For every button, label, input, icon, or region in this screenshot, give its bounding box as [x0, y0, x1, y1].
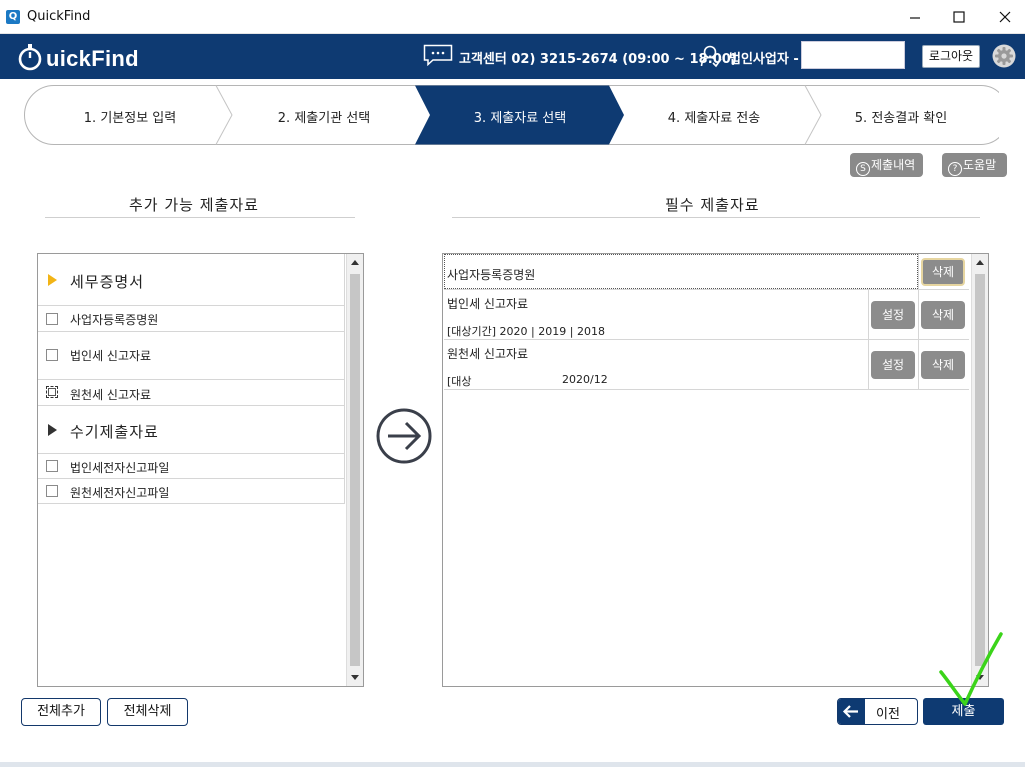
item-label: 원천세전자신고파일 [70, 486, 170, 500]
minimize-button[interactable] [904, 6, 926, 28]
scroll-down-icon[interactable] [347, 669, 363, 685]
step-5: 5. 전송결과 확인 [854, 111, 948, 126]
left-title-divider [45, 217, 355, 218]
delete-button[interactable]: 삭제 [921, 258, 965, 286]
step-2: 2. 제출기관 선택 [277, 111, 371, 126]
list-item[interactable]: 원천세 신고자료 [38, 380, 344, 406]
close-button[interactable] [994, 6, 1016, 28]
logo-text: uickFind [46, 46, 139, 71]
category-label: 세무증명서 [70, 273, 145, 291]
help-button[interactable]: ? 도움말 [942, 153, 1007, 177]
quickfind-window: Q QuickFind uickFind 고객센터 02) 3215-2674 … [0, 0, 1025, 767]
scroll-down-icon[interactable] [972, 669, 988, 685]
user-icon [700, 45, 722, 68]
category-tax-certificates[interactable]: 세무증명서 [38, 254, 344, 306]
cell-divider [868, 340, 869, 390]
user-type-label: 법인사업자 - [729, 52, 799, 67]
previous-label: 이전 [876, 707, 900, 722]
right-scrollbar[interactable] [971, 254, 988, 686]
chat-icon [423, 44, 453, 66]
required-docs-title: 필수 제출자료 [665, 196, 760, 214]
available-docs-list: 세무증명서 사업자등록증명원 법인세 신고자료 원천세 신고자료 수기제출자료 … [37, 253, 364, 687]
target-period-value: 2020/12 [562, 373, 608, 386]
logout-button[interactable]: 로그아웃 [922, 45, 980, 68]
required-doc-row[interactable]: 원천세 신고자료 [대상 2020/12 설정 삭제 [444, 340, 969, 390]
bottom-edge [0, 762, 1025, 767]
item-checkbox[interactable] [46, 460, 58, 472]
cell-divider [918, 290, 919, 340]
window-title: QuickFind [27, 9, 91, 24]
stopwatch-logo-icon [18, 44, 42, 71]
item-checkbox-focused[interactable] [46, 386, 58, 398]
required-doc-row[interactable]: 사업자등록증명원 삭제 [444, 254, 969, 290]
item-checkbox[interactable] [46, 349, 58, 361]
setting-button[interactable]: 설정 [871, 351, 915, 379]
right-title-divider [452, 217, 980, 218]
doc-name: 사업자등록증명원 [447, 268, 536, 282]
list-item[interactable]: 원천세전자신고파일 [38, 479, 344, 504]
cell-divider [918, 254, 919, 290]
move-right-arrow-icon[interactable] [375, 407, 433, 465]
step-3-active: 3. 제출자료 선택 [473, 111, 567, 126]
app-header: uickFind 고객센터 02) 3215-2674 (09:00 ~ 18:… [0, 34, 1025, 79]
doc-name: 법인세 신고자료 [447, 297, 529, 311]
arrow-left-box [838, 699, 865, 724]
step-progress: 1. 기본정보 입력 2. 제출기관 선택 3. 제출자료 선택 4. 제출자료… [24, 85, 999, 145]
item-label: 법인세전자신고파일 [70, 461, 170, 475]
target-period: [대상기간] 2020 | 2019 | 2018 [447, 325, 605, 338]
list-item[interactable]: 법인세전자신고파일 [38, 454, 344, 479]
app-icon: Q [6, 10, 20, 24]
scroll-thumb[interactable] [975, 274, 985, 666]
user-name-field [801, 41, 905, 69]
maximize-icon [953, 11, 965, 23]
add-all-button[interactable]: 전체추가 [21, 698, 101, 726]
category-arrow-icon [48, 424, 57, 436]
scroll-thumb[interactable] [350, 274, 360, 666]
delete-button[interactable]: 삭제 [921, 301, 965, 329]
previous-button[interactable]: 이전 [837, 698, 918, 725]
category-expanded-arrow-icon [48, 274, 57, 286]
step-1: 1. 기본정보 입력 [83, 111, 177, 126]
left-scrollbar[interactable] [346, 254, 363, 686]
maximize-button[interactable] [948, 6, 970, 28]
customer-center-info: 고객센터 02) 3215-2674 (09:00 ~ 18:00) [459, 52, 737, 67]
required-docs-list: 사업자등록증명원 삭제 법인세 신고자료 [대상기간] 2020 | 2019 … [442, 253, 989, 687]
doc-name: 원천세 신고자료 [447, 347, 529, 361]
item-label: 원천세 신고자료 [70, 388, 152, 402]
submit-button[interactable]: 제출 [923, 698, 1004, 725]
available-docs-title: 추가 가능 제출자료 [129, 196, 259, 214]
target-period-prefix: [대상 [447, 375, 472, 388]
minimize-icon [910, 17, 920, 19]
title-bar: Q QuickFind [0, 0, 1025, 34]
item-checkbox[interactable] [46, 485, 58, 497]
category-manual-submission[interactable]: 수기제출자료 [38, 406, 344, 454]
item-label: 사업자등록증명원 [70, 313, 159, 327]
list-item[interactable]: 법인세 신고자료 [38, 332, 344, 380]
cell-divider [918, 340, 919, 390]
gear-icon[interactable] [992, 44, 1016, 68]
scroll-up-icon[interactable] [972, 255, 988, 271]
submission-history-label: 제출내역 [871, 158, 916, 172]
scroll-up-icon[interactable] [347, 255, 363, 271]
setting-button[interactable]: 설정 [871, 301, 915, 329]
cell-divider [868, 290, 869, 340]
item-label: 법인세 신고자료 [70, 349, 152, 363]
step-4: 4. 제출자료 전송 [667, 111, 761, 126]
list-item[interactable]: 사업자등록증명원 [38, 306, 344, 332]
close-icon [999, 11, 1011, 23]
help-icon: ? [948, 162, 962, 176]
item-checkbox[interactable] [46, 313, 58, 325]
delete-all-button[interactable]: 전체삭제 [107, 698, 188, 726]
delete-button[interactable]: 삭제 [921, 351, 965, 379]
arrow-left-icon [842, 705, 858, 718]
category-label: 수기제출자료 [70, 423, 159, 441]
left-column-divider [344, 254, 345, 504]
help-label: 도움말 [963, 158, 997, 172]
submission-history-button[interactable]: S 제출내역 [850, 153, 923, 177]
history-icon: S [856, 162, 870, 176]
required-doc-row[interactable]: 법인세 신고자료 [대상기간] 2020 | 2019 | 2018 설정 삭제 [444, 290, 969, 340]
